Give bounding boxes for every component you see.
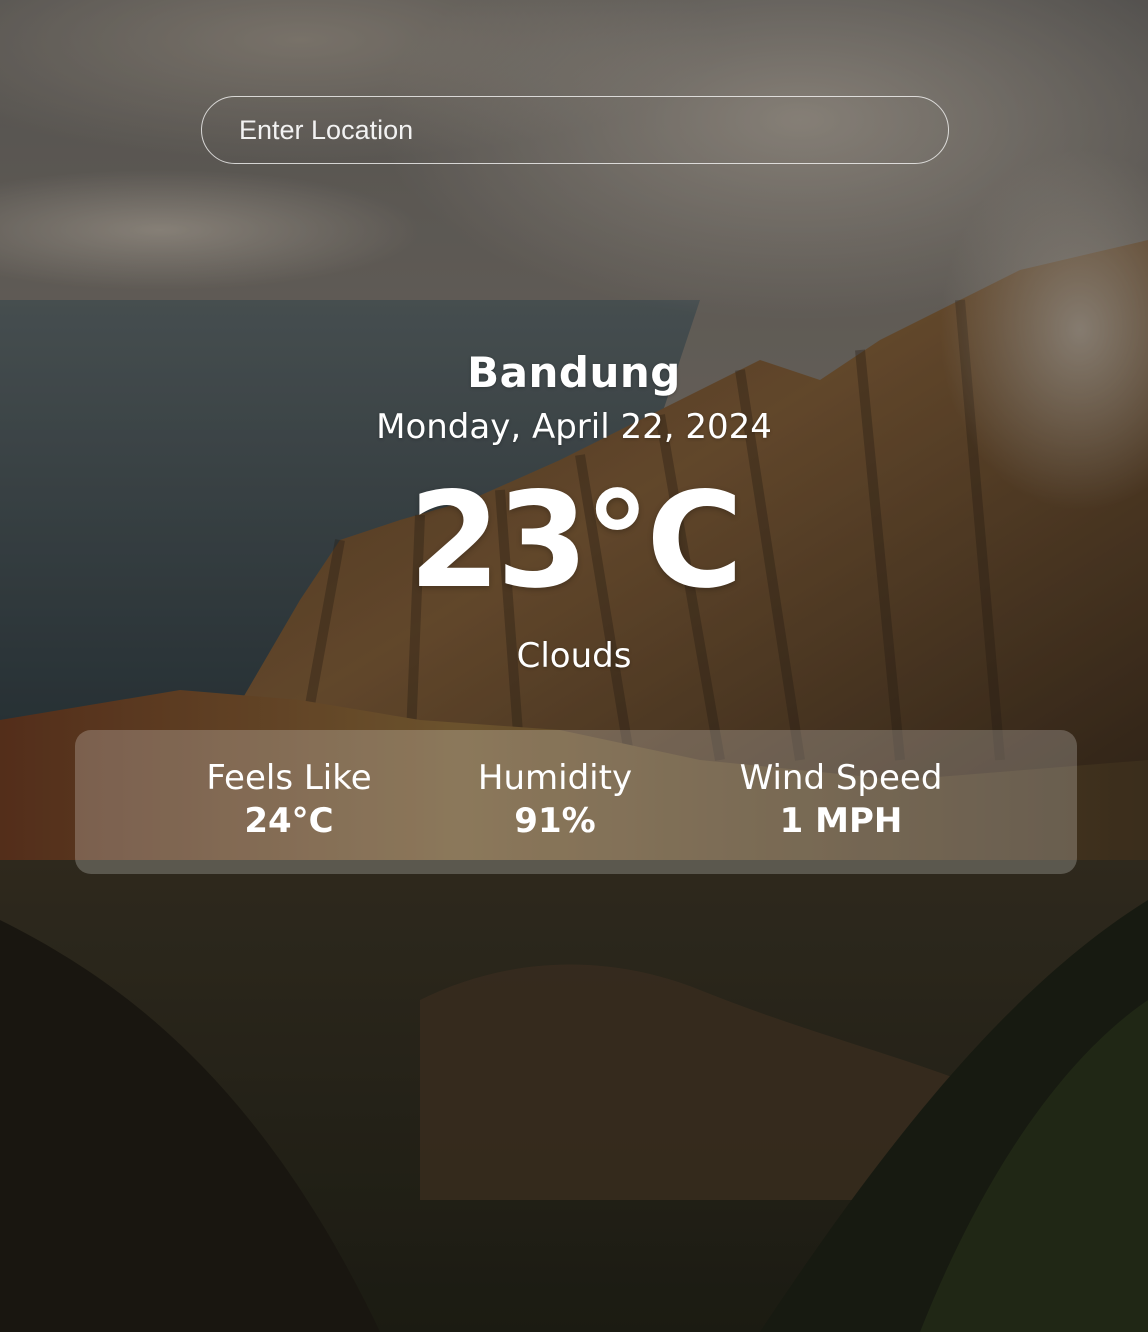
weather-details-panel: Feels Like 24°C Humidity 91% Wind Speed … [75, 730, 1077, 874]
current-date: Monday, April 22, 2024 [376, 407, 772, 447]
feels-like-value: 24°C [244, 801, 334, 841]
wind-speed-value: 1 MPH [779, 801, 903, 841]
feels-like-stat: Feels Like 24°C [189, 756, 389, 842]
feels-like-label: Feels Like [206, 758, 372, 798]
weather-condition: Clouds [516, 636, 632, 676]
location-name: Bandung [467, 348, 681, 397]
current-temperature: 23°C [408, 464, 744, 618]
wind-speed-stat: Wind Speed 1 MPH [711, 756, 971, 842]
location-search-input[interactable] [201, 96, 949, 164]
wind-speed-label: Wind Speed [739, 758, 943, 798]
humidity-label: Humidity [477, 758, 633, 798]
humidity-stat: Humidity 91% [455, 756, 655, 842]
humidity-value: 91% [514, 801, 596, 841]
